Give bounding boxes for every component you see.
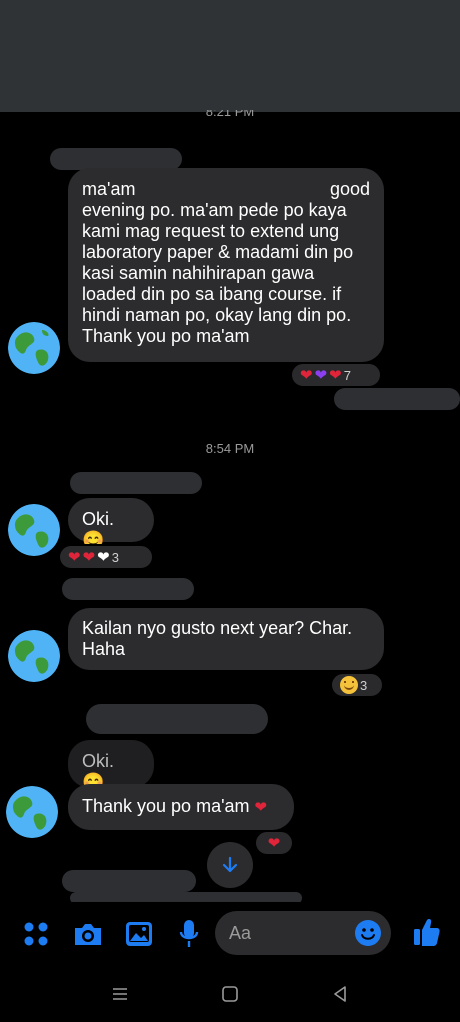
reaction-count: 7 [343, 367, 351, 383]
thumbs-up-icon[interactable] [412, 916, 442, 948]
message-text: Thank you po ma'am [82, 796, 250, 816]
avatar[interactable] [8, 504, 60, 556]
red-heart-icon: ❤ [68, 548, 81, 566]
globe-icon [8, 322, 60, 374]
home-icon[interactable] [220, 984, 240, 1004]
reactions[interactable]: ❤ ❤ ❤ 7 [290, 362, 382, 388]
avatar[interactable] [8, 322, 60, 374]
apps-icon[interactable] [22, 920, 50, 948]
sender-name-redacted [70, 472, 202, 494]
back-icon[interactable] [330, 984, 350, 1004]
sender-name-redacted [62, 578, 194, 600]
reaction-count: 3 [360, 677, 368, 693]
recent-apps-icon[interactable] [110, 984, 130, 1004]
seen-indicator-redacted [334, 388, 460, 410]
globe-icon [8, 630, 60, 682]
sparkling-heart-icon: ❤ [329, 366, 342, 384]
purple-heart-icon: ❤ [314, 366, 328, 384]
camera-icon[interactable] [72, 919, 104, 949]
reactions[interactable]: ❤ [254, 830, 294, 856]
image-icon[interactable] [124, 920, 154, 948]
sender-name-redacted [62, 870, 196, 892]
avatar[interactable] [6, 786, 58, 838]
white-heart-icon: ❤ [97, 548, 110, 566]
avatar[interactable] [8, 630, 60, 682]
red-heart-icon: ❤ [267, 834, 281, 852]
red-heart-icon: ❤ [300, 366, 313, 384]
arrow-down-icon [222, 856, 238, 873]
message-text: ma'am [82, 179, 136, 199]
microphone-icon[interactable] [178, 918, 200, 950]
message-text: good [329, 179, 370, 199]
redacted-header [0, 0, 460, 112]
message-bubble[interactable]: Kailan nyo gusto next year? Char. Haha [68, 608, 384, 670]
input-placeholder: Aa [229, 923, 252, 943]
globe-icon [6, 786, 58, 838]
sparkling-heart-icon: ❤ [82, 548, 96, 566]
timestamp: 8:21 PM [205, 110, 255, 119]
sender-name-redacted [50, 148, 182, 170]
grinning-face-icon [340, 676, 358, 694]
replied-message-bubble[interactable]: Oki. 😊 [68, 740, 154, 792]
message-bubble[interactable]: ma'am good evening po. ma'am pede po kay… [68, 168, 384, 362]
message-text: evening po. ma'am pede po kaya kami mag … [82, 200, 354, 346]
timestamp: 8:54 PM [205, 441, 255, 456]
reaction-count: 3 [111, 549, 119, 565]
reactions[interactable]: 3 [330, 672, 384, 698]
red-heart-icon: ❤ [254, 799, 268, 816]
globe-icon [8, 504, 60, 556]
emoji-icon[interactable] [354, 919, 382, 947]
message-bubble[interactable]: Thank you po ma'am ❤ [68, 784, 294, 830]
reply-header-redacted [86, 704, 268, 734]
reactions[interactable]: ❤ ❤ ❤ 3 [58, 544, 154, 570]
message-text: Kailan nyo gusto next year? Char. Haha [82, 618, 353, 659]
message-bubble[interactable]: Oki. 😊 [68, 498, 154, 550]
scroll-to-bottom-button[interactable] [207, 842, 253, 888]
